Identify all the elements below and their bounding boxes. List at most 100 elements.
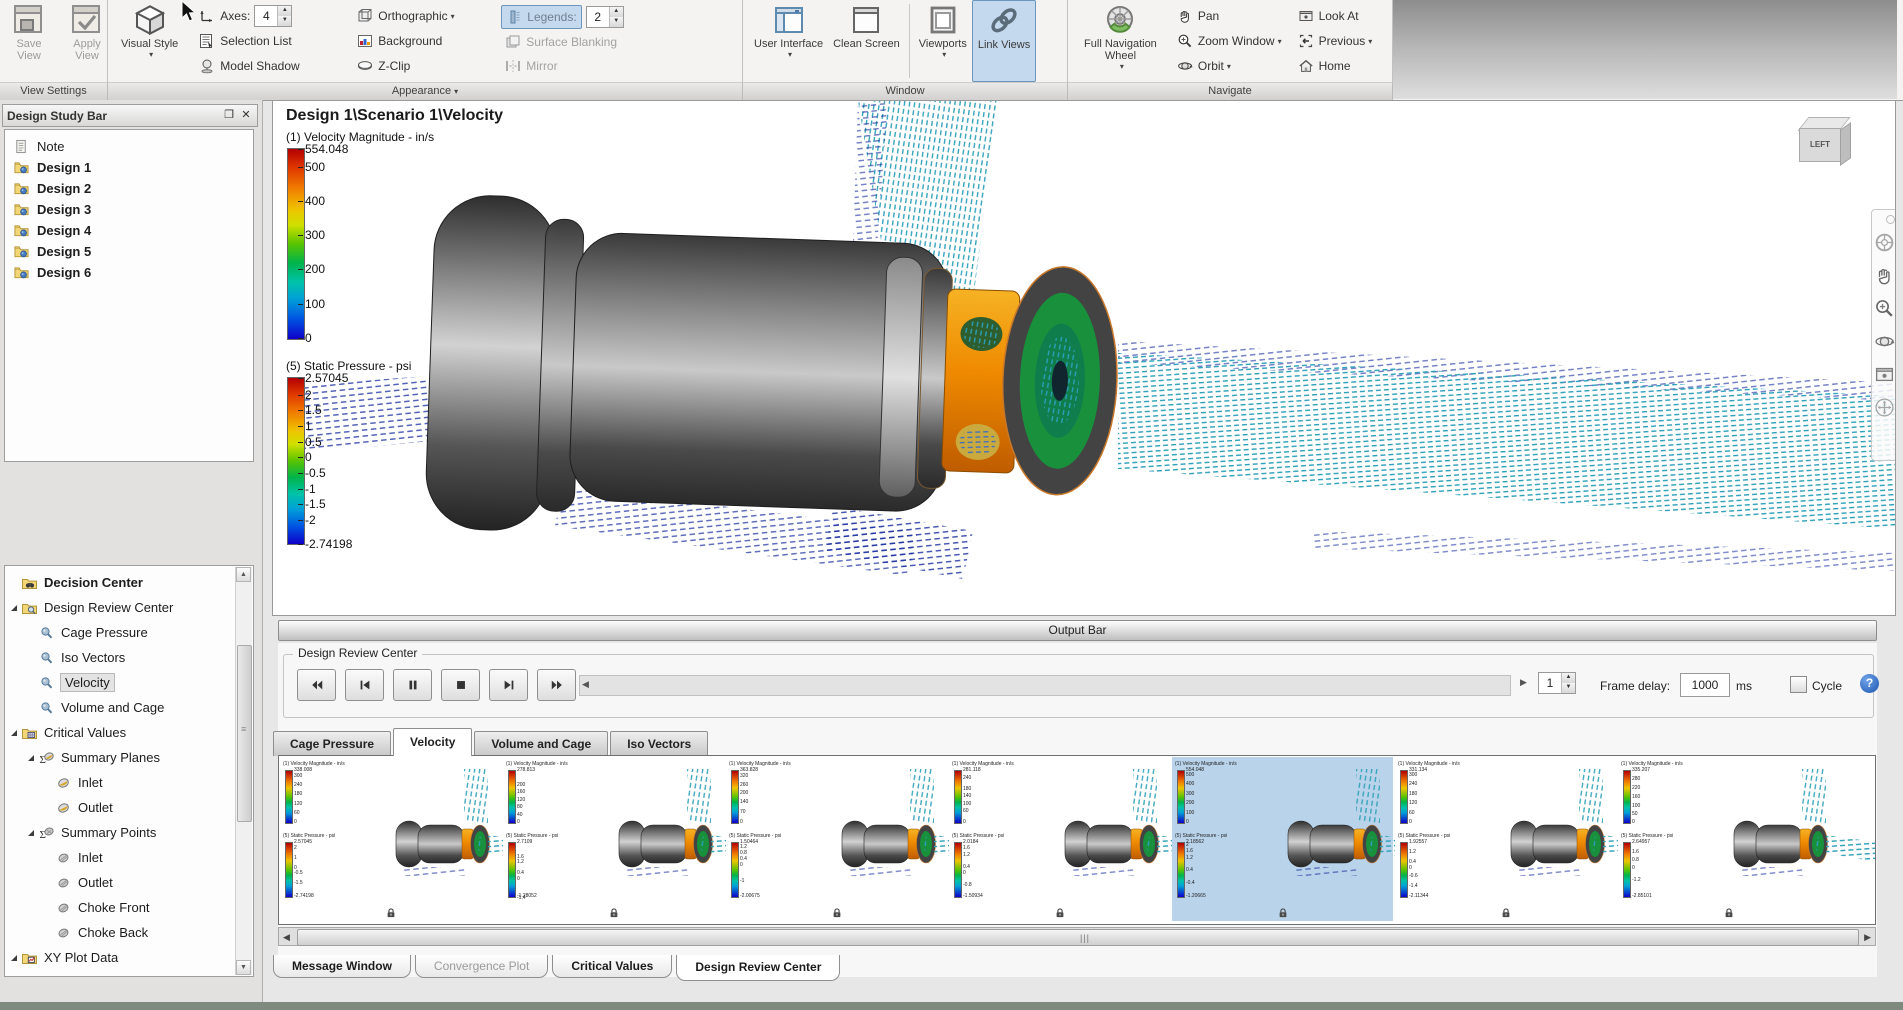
clean-screen-button[interactable]: Clean Screen [828,0,905,82]
model-shadow-button[interactable]: Model Shadow [195,55,345,77]
list-item[interactable]: Design 3 [5,199,253,220]
decision-center-scrollbar[interactable]: ▲ ▼ [235,567,252,975]
help-icon[interactable]: ? [1860,674,1879,693]
look-at-button[interactable]: Look At [1294,5,1388,27]
tree-item[interactable]: Choke Front [5,895,253,920]
scroll-left-icon[interactable]: ◀ [582,679,589,690]
zoom-extents-icon[interactable] [1874,397,1895,418]
design-study-bar-header[interactable]: Design Study Bar ❐ ✕ [2,104,258,127]
cycle-checkbox[interactable] [1790,676,1807,693]
viewport-3d[interactable]: Design 1\Scenario 1\Velocity (1) Velocit… [272,100,1896,616]
list-item[interactable]: Design 6 [5,262,253,283]
bottom-tab-design-review-center[interactable]: Design Review Center [676,955,840,981]
thumbnail-scrollbar[interactable]: ◀ ||| ▶ [278,927,1876,946]
tree-item[interactable]: Outlet [5,870,253,895]
tab-cage-pressure[interactable]: Cage Pressure [273,731,391,756]
viewports-button[interactable]: Viewports [914,0,972,82]
tree-item[interactable]: Volume and Cage [5,695,253,720]
mirror-button[interactable]: Mirror [501,55,671,77]
group-label-appearance[interactable]: Appearance [108,82,743,100]
design-frame-thumbnail[interactable]: (1) Velocity Magnitude - in/s554.0485004… [1172,757,1393,921]
float-panel-icon[interactable]: ❐ [222,109,236,123]
orthographic-button[interactable]: Orthographic [353,5,493,27]
pan-hand-icon[interactable] [1874,265,1895,286]
selection-list-button[interactable]: Selection List [195,30,345,52]
home-view-button[interactable]: Home [1294,55,1388,77]
link-views-button[interactable]: Link Views [972,0,1036,82]
previous-view-button[interactable]: Previous [1294,30,1388,52]
design-frame-thumbnail[interactable]: (1) Velocity Magnitude - in/s335.2072802… [1618,757,1839,921]
tree-item[interactable]: Iso Vectors [5,645,253,670]
steering-wheel-icon[interactable] [1874,232,1895,253]
z-clip-button[interactable]: Z-Clip [353,55,493,77]
scroll-up-icon[interactable]: ▲ [236,567,251,582]
list-item[interactable]: Note [5,136,253,157]
close-panel-icon[interactable]: ✕ [239,109,253,123]
legends-spinner[interactable]: 2▲▼ [586,6,624,28]
scrollbar-thumb[interactable] [237,645,252,822]
background-button[interactable]: Background [353,30,493,52]
tree-item[interactable]: XY Plot Data [5,945,253,970]
design-frame-thumbnail[interactable]: (1) Velocity Magnitude - in/s363.8283202… [726,757,947,921]
scroll-down-icon[interactable]: ▼ [236,960,251,975]
design-frame-thumbnail[interactable]: (1) Velocity Magnitude - in/s278.8132001… [503,757,724,921]
surface-blanking-button[interactable]: Surface Blanking [501,31,671,53]
step-forward-button[interactable] [489,669,528,701]
view-cube-face-label[interactable]: LEFT [1799,128,1841,162]
frame-delay-input[interactable]: 1000 [1680,673,1730,697]
tree-expander-icon[interactable] [11,955,17,961]
frame-number-spinner[interactable]: 1▲▼ [1538,672,1576,694]
navbar-customize-icon[interactable] [1886,215,1895,224]
tree-expander-icon[interactable] [11,730,17,736]
pan-button[interactable]: Pan [1173,5,1286,27]
tree-item[interactable]: Cage Pressure [5,620,253,645]
tree-item[interactable]: Inlet [5,770,253,795]
zoom-plus-icon[interactable] [1874,298,1895,319]
view-cube[interactable]: LEFT [1797,117,1849,165]
tree-expander-icon[interactable] [11,605,17,611]
animation-scrollbar[interactable]: ◀ [579,675,1511,696]
bottom-tab-critical-values[interactable]: Critical Values [552,955,672,978]
visual-style-button[interactable]: Visual Style [116,0,183,82]
tree-item[interactable]: Velocity [5,670,253,695]
axes-control[interactable]: Axes: 4▲▼ [195,5,345,27]
tree-item[interactable]: Choke Back [5,920,253,945]
bottom-tab-message-window[interactable]: Message Window [273,955,411,978]
scroll-right-icon[interactable]: ▶ [1864,932,1871,943]
orbit-icon[interactable] [1874,331,1895,352]
tab-iso-vectors[interactable]: Iso Vectors [610,731,708,756]
rewind-button[interactable] [297,669,336,701]
tab-volume-and-cage[interactable]: Volume and Cage [474,731,608,756]
tree-item[interactable]: ΣSummary Planes [5,745,253,770]
tree-item[interactable]: ΣSummary Points [5,820,253,845]
output-bar-header[interactable]: Output Bar [278,620,1877,641]
axes-spinner[interactable]: 4▲▼ [254,5,292,27]
stop-button[interactable] [441,669,480,701]
tree-expander-icon[interactable] [28,830,34,836]
save-view-button[interactable]: Save View [0,0,58,82]
list-item[interactable]: Design 1 [5,157,253,178]
tree-item[interactable]: Outlet [5,795,253,820]
user-interface-button[interactable]: User Interface [749,0,828,82]
legends-button[interactable]: Legends: [501,5,581,29]
scroll-right-icon[interactable]: ▶ [1520,677,1527,688]
fast-forward-button[interactable] [537,669,576,701]
orbit-button[interactable]: Orbit [1173,55,1286,77]
design-frame-thumbnail[interactable]: (1) Velocity Magnitude - in/s331.1343002… [1395,757,1616,921]
full-navigation-wheel-button[interactable]: Full Navigation Wheel [1072,0,1169,82]
tree-item[interactable]: Critical Values [5,720,253,745]
list-item[interactable]: Design 5 [5,241,253,262]
list-item[interactable]: Design 2 [5,178,253,199]
bottom-tab-convergence-plot[interactable]: Convergence Plot [415,955,548,978]
zoom-window-button[interactable]: Zoom Window [1173,30,1286,52]
tree-item[interactable]: Design Review Center [5,595,253,620]
tree-expander-icon[interactable] [28,755,34,761]
step-back-button[interactable] [345,669,384,701]
list-item[interactable]: Design 4 [5,220,253,241]
tree-item[interactable]: Decision Center [5,570,253,595]
pause-button[interactable] [393,669,432,701]
tab-velocity[interactable]: Velocity [393,728,472,756]
design-frame-thumbnail[interactable]: (1) Velocity Magnitude - in/s338.0083002… [280,757,501,921]
look-at-icon[interactable] [1874,364,1895,385]
scroll-left-icon[interactable]: ◀ [283,932,290,943]
